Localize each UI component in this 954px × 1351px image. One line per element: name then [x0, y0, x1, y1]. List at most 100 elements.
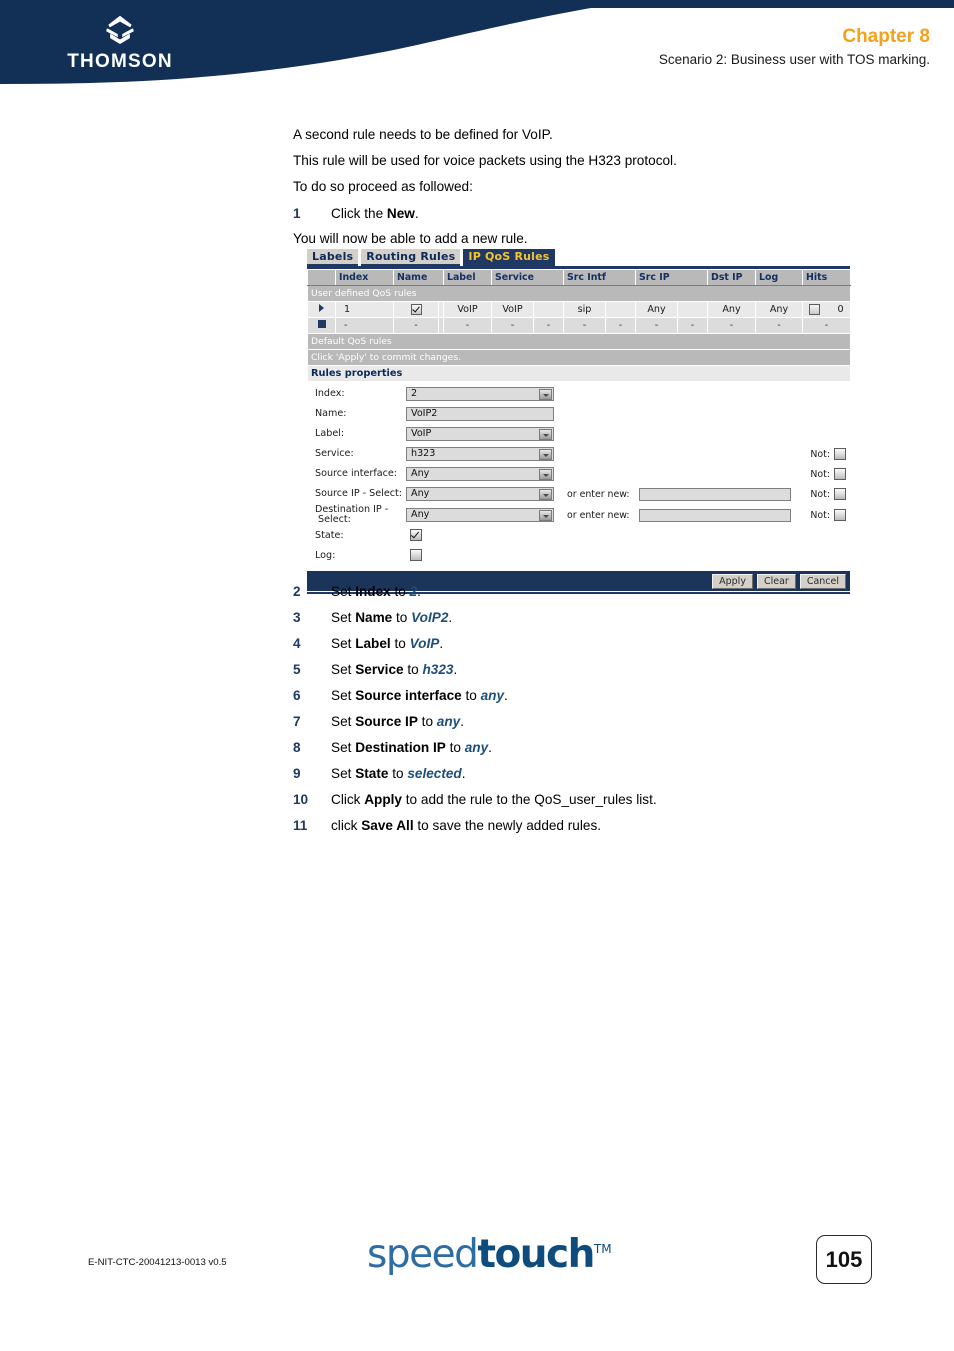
- label-select[interactable]: VoIP: [406, 427, 554, 441]
- intro-paragraph-1: A second rule needs to be defined for Vo…: [293, 127, 553, 142]
- tab-routing-rules[interactable]: Routing Rules: [361, 249, 461, 266]
- label-select-value: VoIP: [411, 428, 432, 440]
- main-content: A second rule needs to be defined for Vo…: [293, 128, 933, 258]
- chevron-down-icon[interactable]: [539, 469, 552, 480]
- step-item-2: 2 Set Index to 2.: [293, 584, 933, 599]
- label-service: Service:: [315, 447, 354, 459]
- tab-labels[interactable]: Labels: [307, 249, 359, 266]
- log-cell: [406, 548, 422, 564]
- step-item-11: 11 click Save All to save the newly adde…: [293, 818, 933, 833]
- source-ip-enter-new-input[interactable]: [639, 487, 791, 501]
- section-user-defined-row: User defined QoS rules: [306, 285, 852, 302]
- table-row[interactable]: - - - - - - - - - - - -: [307, 317, 852, 334]
- step-text-pre: Set: [331, 714, 356, 729]
- form-row-index: Index: 2: [307, 384, 850, 404]
- table-row[interactable]: 1 VoIP VoIP sip Any Any Any 0: [307, 301, 852, 318]
- destination-ip-enter-new-label: or enter new:: [567, 509, 630, 521]
- step-number: 5: [293, 662, 301, 677]
- step-text-post: .: [417, 584, 421, 599]
- step-text: Click Apply to add the rule to the QoS_u…: [331, 792, 657, 807]
- cell-name-check[interactable]: [393, 301, 439, 318]
- log-checkbox-icon[interactable]: [809, 303, 821, 315]
- step-text-italic: any: [464, 740, 489, 755]
- col-label: Label: [443, 269, 492, 286]
- step-text-bold: Label: [355, 636, 391, 651]
- destination-ip-not-group: Not:: [810, 509, 850, 521]
- cell-src-ip: -: [707, 317, 757, 334]
- chevron-down-icon[interactable]: [539, 429, 552, 440]
- cell-dst-ip: Any: [755, 301, 804, 318]
- not-label: Not:: [810, 448, 830, 460]
- source-ip-select[interactable]: Any: [406, 487, 554, 501]
- source-ip-select-value: Any: [411, 488, 430, 500]
- col-src-intf: Src Intf: [563, 269, 637, 286]
- step-text-italic: VoIP2: [411, 610, 449, 625]
- step-text-post: .: [453, 662, 458, 677]
- step-text: Set Label to VoIP.: [331, 636, 443, 651]
- destination-ip-not-checkbox[interactable]: [834, 509, 846, 521]
- destination-ip-enter-new-input[interactable]: [639, 508, 791, 522]
- col-log: Log: [755, 269, 804, 286]
- enabled-checkbox-icon[interactable]: [410, 303, 422, 315]
- step-text-mid: to: [461, 688, 481, 703]
- step-text-pre: click: [331, 818, 362, 833]
- tab-ip-qos-rules[interactable]: IP QoS Rules: [463, 249, 555, 266]
- commit-note-row: Click 'Apply' to commit changes.: [306, 349, 852, 366]
- step-text-pre: Set: [331, 740, 356, 755]
- destination-ip-select[interactable]: Any: [406, 508, 554, 522]
- chevron-down-icon[interactable]: [539, 489, 552, 500]
- chevron-down-icon[interactable]: [539, 449, 552, 460]
- log-checkbox[interactable]: [410, 548, 422, 561]
- step-text-mid: to: [392, 610, 412, 625]
- cell-dst-ip: -: [755, 317, 804, 334]
- source-interface-select[interactable]: Any: [406, 467, 554, 481]
- cell-name: VoIP: [443, 301, 492, 318]
- steps-list: 2 Set Index to 2. 3 Set Name to VoIP2. 4…: [293, 584, 933, 844]
- step-text-bold: State: [355, 766, 389, 781]
- document-reference: E-NIT-CTC-20041213-0013 v0.5: [88, 1257, 227, 1268]
- label-source-interface: Source interface:: [315, 467, 398, 479]
- step-text-bold: Source interface: [355, 688, 462, 703]
- page-header: THOMSON Chapter 8 Scenario 2: Business u…: [0, 0, 954, 92]
- step-text-mid: to: [417, 714, 437, 729]
- step-text-mid: to: [403, 662, 423, 677]
- row-new-square-icon[interactable]: [317, 320, 326, 328]
- state-cell: [406, 528, 422, 544]
- rules-properties-title: Rules properties: [306, 365, 852, 382]
- step-text-mid: to: [390, 636, 410, 651]
- step-text-bold: Save All: [361, 818, 414, 833]
- form-row-source-interface: Source interface: Any Not:: [307, 464, 850, 484]
- step-text: Set Destination IP to any.: [331, 740, 492, 755]
- step-text-mid: to save the newly added rules.: [413, 818, 602, 833]
- state-checkbox[interactable]: [410, 528, 422, 541]
- row-marker-cell: [307, 317, 336, 334]
- step-text-pre: Set: [331, 688, 356, 703]
- step-item-8: 8 Set Destination IP to any.: [293, 740, 933, 755]
- trademark-symbol: TM: [593, 1242, 612, 1256]
- name-input[interactable]: VoIP2: [406, 407, 554, 421]
- intro-paragraph-2: This rule will be used for voice packets…: [293, 153, 677, 169]
- step-text-italic: any: [436, 714, 461, 729]
- col-dst-ip: Dst IP: [707, 269, 757, 286]
- chapter-subtitle: Scenario 2: Business user with TOS marki…: [658, 51, 930, 67]
- chevron-down-icon[interactable]: [539, 389, 552, 400]
- label-index: Index:: [315, 387, 345, 399]
- step-item-10: 10 Click Apply to add the rule to the Qo…: [293, 792, 933, 807]
- not-label: Not:: [810, 509, 830, 521]
- service-not-checkbox[interactable]: [834, 448, 846, 460]
- cell-index: 1: [335, 301, 394, 318]
- source-ip-not-checkbox[interactable]: [834, 488, 846, 500]
- step-item-1: 1 Click the New.: [293, 206, 933, 221]
- service-select-value: h323: [411, 448, 436, 460]
- service-select[interactable]: h323: [406, 447, 554, 461]
- step-number: 4: [293, 636, 301, 651]
- table-header-row: Index Name Label Service Src Intf Src IP…: [307, 269, 852, 286]
- chevron-down-icon[interactable]: [539, 510, 552, 521]
- step-number: 9: [293, 766, 301, 781]
- cell-name-check: -: [393, 317, 439, 334]
- intro-paragraph-3: To do so proceed as followed:: [293, 179, 473, 195]
- index-select[interactable]: 2: [406, 387, 554, 401]
- col-src-ip: Src IP: [635, 269, 709, 286]
- source-interface-not-checkbox[interactable]: [834, 468, 846, 480]
- brand-wordmark: THOMSON: [67, 51, 173, 72]
